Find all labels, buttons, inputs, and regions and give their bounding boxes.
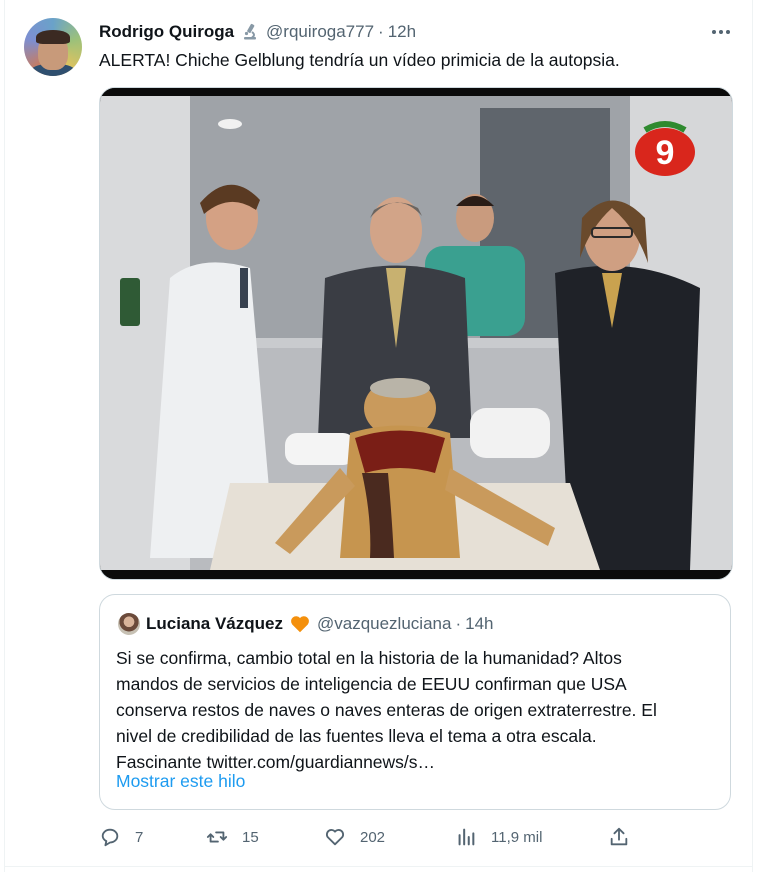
tweet-text: ALERTA! Chiche Gelblung tendría un vídeo… bbox=[99, 50, 620, 70]
like-button[interactable]: 202 bbox=[324, 826, 385, 848]
heart-icon bbox=[325, 829, 345, 846]
quoted-author-handle: @vazquezluciana bbox=[316, 614, 452, 633]
share-button[interactable] bbox=[608, 826, 630, 848]
tweet-timestamp[interactable]: 12h bbox=[388, 22, 416, 42]
quoted-text-line: mandos de servicios de inteligencia de E… bbox=[116, 674, 627, 694]
reply-icon bbox=[101, 828, 119, 847]
like-count: 202 bbox=[360, 828, 386, 846]
quoted-tweet-text: Si se confirma, cambio total en la histo… bbox=[116, 645, 720, 775]
orange-heart-icon bbox=[289, 613, 311, 635]
tweet-header: Rodrigo Quiroga @rquiroga777 · 12h bbox=[99, 19, 416, 45]
quoted-author-name: Luciana Vázquez bbox=[146, 614, 283, 633]
channel-logo-text: 9 bbox=[656, 134, 675, 172]
microscope-icon bbox=[240, 22, 260, 42]
tweet-action-bar: 7 15 202 11,9 mil bbox=[0, 822, 772, 858]
more-options-icon[interactable] bbox=[706, 20, 736, 44]
author-name[interactable]: Rodrigo Quiroga bbox=[99, 22, 234, 42]
quoted-tweet-card[interactable]: Luciana Vázquez @vazquezluciana · 14h Si… bbox=[99, 594, 731, 810]
reply-button[interactable]: 7 bbox=[99, 826, 143, 848]
retweet-count: 15 bbox=[242, 828, 259, 846]
quoted-text-line: Si se confirma, cambio total en la histo… bbox=[116, 648, 622, 668]
tweet-media-image[interactable]: 9 bbox=[99, 87, 733, 580]
separator-dot: · bbox=[378, 22, 384, 41]
quoted-tweet-header: Luciana Vázquez @vazquezluciana · 14h bbox=[146, 611, 493, 637]
quoted-separator-dot: · bbox=[455, 614, 462, 633]
views-count: 11,9 mil bbox=[491, 828, 543, 846]
share-icon bbox=[610, 827, 628, 846]
timeline-border-right bbox=[752, 0, 753, 872]
show-thread-link[interactable]: Mostrar este hilo bbox=[116, 771, 245, 792]
quoted-text-line: conserva restos de naves o naves enteras… bbox=[116, 700, 657, 720]
author-handle[interactable]: @rquiroga777 bbox=[266, 22, 374, 42]
views-chart-icon bbox=[458, 828, 475, 846]
retweet-icon bbox=[206, 831, 228, 843]
quoted-author-avatar bbox=[118, 613, 140, 635]
tweet-divider bbox=[4, 866, 753, 867]
retweet-button[interactable]: 15 bbox=[206, 826, 259, 848]
views-button[interactable]: 11,9 mil bbox=[455, 826, 542, 848]
author-avatar[interactable] bbox=[24, 18, 82, 76]
reply-count: 7 bbox=[135, 828, 144, 846]
quoted-text-line: nivel de credibilidad de las fuentes lle… bbox=[116, 726, 597, 746]
quoted-tweet-timestamp: 14h bbox=[465, 614, 494, 633]
timeline-border-left bbox=[4, 0, 5, 872]
